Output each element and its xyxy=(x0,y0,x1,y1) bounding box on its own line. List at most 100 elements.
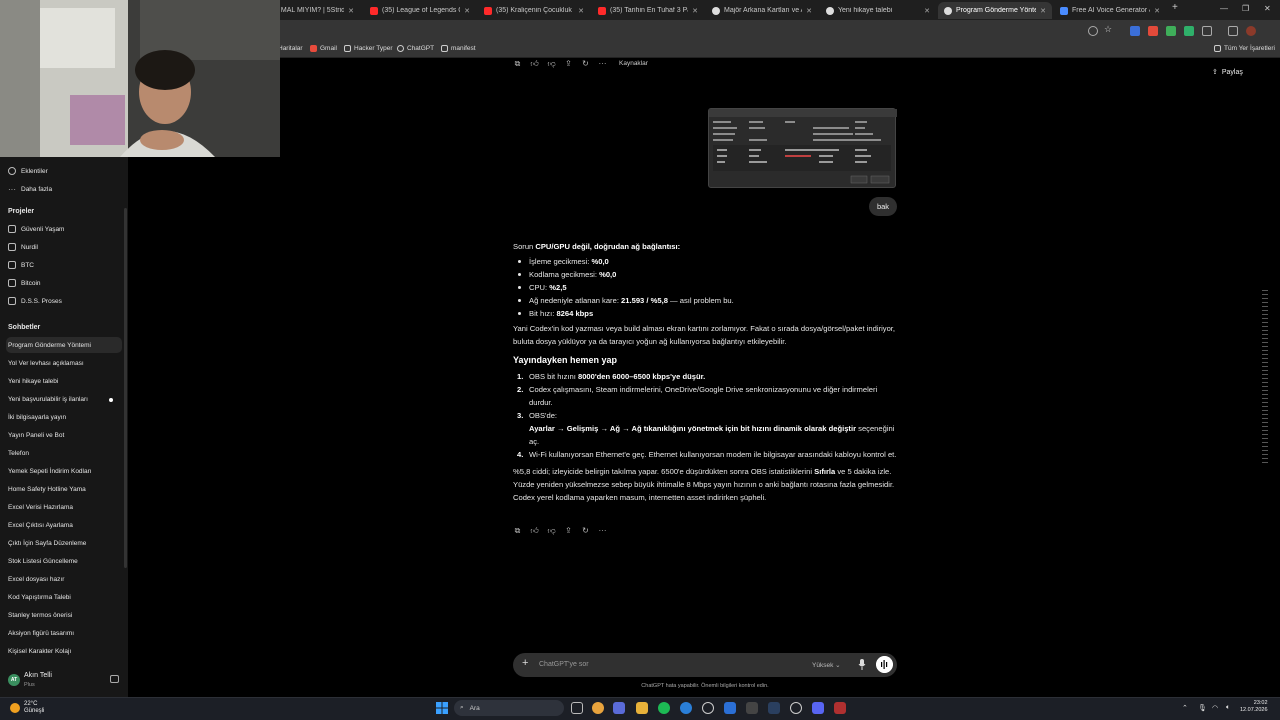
bookmark[interactable]: Haritalar xyxy=(278,45,303,52)
bookmark[interactable]: manifest xyxy=(441,45,476,52)
chat-item[interactable]: Stanley termos önerisi xyxy=(6,607,122,623)
sidebar-item-more[interactable]: ··· Daha fazla xyxy=(6,181,122,197)
chat-composer[interactable]: + ChatGPT'ye sor Yüksek ⌄ xyxy=(513,653,897,677)
chat-item[interactable]: Yemek Sepeti İndirim Kodları xyxy=(6,463,122,479)
word-icon[interactable] xyxy=(724,702,736,714)
system-clock[interactable]: 23:02 12.07.2026 xyxy=(1240,700,1268,714)
chatgpt-icon[interactable] xyxy=(702,702,714,714)
app-icon[interactable] xyxy=(613,702,625,714)
close-icon[interactable]: ✕ xyxy=(1154,7,1160,15)
profile-avatar[interactable] xyxy=(1246,26,1256,36)
bookmark[interactable]: ChatGPT xyxy=(397,45,434,52)
chat-item[interactable]: Yeni başvurulabilir iş ilanları xyxy=(6,391,122,407)
regenerate-icon[interactable]: ↻ xyxy=(581,59,590,68)
obs-icon[interactable] xyxy=(790,702,802,714)
attached-screenshot[interactable] xyxy=(708,108,897,188)
file-explorer-icon[interactable] xyxy=(636,702,648,714)
bookmark[interactable]: Hacker Typer xyxy=(344,45,393,52)
sidebar-scrollbar[interactable] xyxy=(124,208,127,568)
edge-icon[interactable] xyxy=(680,702,692,714)
weather-widget[interactable]: 22°C Güneşli xyxy=(10,701,44,715)
thumbs-down-icon[interactable]: 👎︎ xyxy=(547,526,556,535)
thumbs-down-icon[interactable]: 👎︎ xyxy=(547,59,556,68)
star-icon[interactable]: ☆ xyxy=(1104,24,1114,34)
browser-tab[interactable]: Yeni hikaye talebi ✕ xyxy=(820,2,936,19)
more-icon[interactable]: ··· xyxy=(598,59,607,68)
user-profile[interactable]: AT Akın Telli Plus xyxy=(0,664,128,697)
chat-item[interactable]: Telefon xyxy=(6,445,122,461)
browser-tab[interactable]: Majör Arkana Kartları ve Anlamları ✕ xyxy=(706,2,818,19)
puzzle-icon[interactable] xyxy=(1202,26,1212,36)
chat-item[interactable]: İki bilgisayarla yayın xyxy=(6,409,122,425)
voice-mode-button[interactable] xyxy=(876,656,893,673)
discord-icon[interactable] xyxy=(812,702,824,714)
conversation-minimap[interactable] xyxy=(1262,290,1268,466)
all-bookmarks[interactable]: Tüm Yer İşaretleri xyxy=(1214,45,1275,52)
microphone-icon[interactable] xyxy=(858,659,866,670)
close-icon[interactable]: ✕ xyxy=(464,7,470,15)
sidebar-project[interactable]: D.S.S. Proses xyxy=(6,293,122,309)
chat-item[interactable]: Excel Çıktısı Ayarlama xyxy=(6,517,122,533)
close-icon[interactable]: ✕ xyxy=(348,7,354,15)
wifi-icon[interactable]: ◠ xyxy=(1212,704,1218,712)
sidepanel-icon[interactable] xyxy=(1228,26,1238,36)
minimize-icon[interactable]: — xyxy=(1220,4,1228,13)
sidebar-project[interactable]: Bitcoin xyxy=(6,275,122,291)
terminal-icon[interactable] xyxy=(746,702,758,714)
regenerate-icon[interactable]: ↻ xyxy=(581,526,590,535)
chat-item[interactable]: Kişisel Karakter Kolajı xyxy=(6,643,122,659)
thumbs-up-icon[interactable]: 👍︎ xyxy=(530,59,539,68)
close-icon[interactable]: ✕ xyxy=(1040,7,1046,15)
chat-item[interactable]: Yayın Paneli ve Bot xyxy=(6,427,122,443)
close-icon[interactable]: ✕ xyxy=(806,7,812,15)
microphone-icon[interactable]: 🎙︎ xyxy=(1198,704,1207,712)
maximize-icon[interactable]: ❐ xyxy=(1242,4,1249,13)
sources-button[interactable]: Kaynaklar xyxy=(619,60,648,67)
share-button[interactable]: ⇪ Paylaş xyxy=(1212,68,1243,77)
share-icon[interactable]: ⇪ xyxy=(564,526,573,535)
sidebar-toggle-icon[interactable] xyxy=(110,675,119,683)
plus-icon[interactable]: + xyxy=(522,657,528,669)
chat-item[interactable]: Kod Yapıştırma Talebi xyxy=(6,589,122,605)
chat-item[interactable]: Yol Ver levhası açıklaması xyxy=(6,355,122,371)
steam-icon[interactable] xyxy=(768,702,780,714)
chat-item-active[interactable]: Program Gönderme Yöntemi xyxy=(6,337,122,353)
browser-tab-active[interactable]: Program Gönderme Yöntemi ✕ xyxy=(938,2,1052,19)
extension-icon[interactable] xyxy=(1166,26,1176,36)
sidebar-project[interactable]: Güvenli Yaşam xyxy=(6,221,122,237)
chat-input[interactable]: ChatGPT'ye sor xyxy=(539,661,589,668)
chat-item[interactable]: Home Safety Hotline Yama xyxy=(6,481,122,497)
more-icon[interactable]: ··· xyxy=(598,526,607,535)
chat-item[interactable]: Excel Verisi Hazırlama xyxy=(6,499,122,515)
taskbar-search[interactable]: ⌕ Ara xyxy=(454,700,564,716)
chat-item[interactable]: Stok Listesi Güncelleme xyxy=(6,553,122,569)
new-tab-button[interactable]: + xyxy=(1172,2,1178,13)
windows-start-icon[interactable] xyxy=(436,702,448,714)
bookmark[interactable]: Gmail xyxy=(310,45,337,52)
volume-icon[interactable]: 🔈︎ xyxy=(1226,704,1230,712)
extension-icon[interactable] xyxy=(1148,26,1158,36)
close-icon[interactable]: ✕ xyxy=(692,7,698,15)
chat-item[interactable]: Aksiyon figürü tasarımı xyxy=(6,625,122,641)
close-icon[interactable]: ✕ xyxy=(924,7,930,15)
close-window-icon[interactable]: ✕ xyxy=(1264,4,1271,13)
extension-icon[interactable] xyxy=(1184,26,1194,36)
model-selector[interactable]: Yüksek ⌄ xyxy=(812,661,841,669)
chat-item[interactable]: Çıktı İçin Sayfa Düzenleme xyxy=(6,535,122,551)
browser-tab[interactable]: (35) Kraliçenin Çocukluk Odası ✕ xyxy=(478,2,590,19)
share-icon[interactable]: ⇪ xyxy=(564,59,573,68)
browser-tab[interactable]: Free AI Voice Generator & Voice... ✕ xyxy=(1054,2,1166,19)
sidebar-project[interactable]: Nurdil xyxy=(6,239,122,255)
close-icon[interactable]: ✕ xyxy=(578,7,584,15)
browser-tab[interactable]: (35) League of Legends Clash ✕ xyxy=(364,2,476,19)
copy-icon[interactable]: ⧉ xyxy=(513,59,522,68)
chrome-icon[interactable] xyxy=(592,702,604,714)
task-view-icon[interactable] xyxy=(571,702,583,714)
copy-icon[interactable]: ⧉ xyxy=(513,526,522,535)
sidebar-item-extensions[interactable]: Eklentiler xyxy=(6,163,122,179)
chat-item[interactable]: Yeni hikaye talebi xyxy=(6,373,122,389)
sidebar-project[interactable]: BTC xyxy=(6,257,122,273)
browser-tab[interactable]: (35) Tarihin En Tuhaf 3 Paranoyası ✕ xyxy=(592,2,704,19)
app-icon[interactable] xyxy=(834,702,846,714)
thumbs-up-icon[interactable]: 👍︎ xyxy=(530,526,539,535)
